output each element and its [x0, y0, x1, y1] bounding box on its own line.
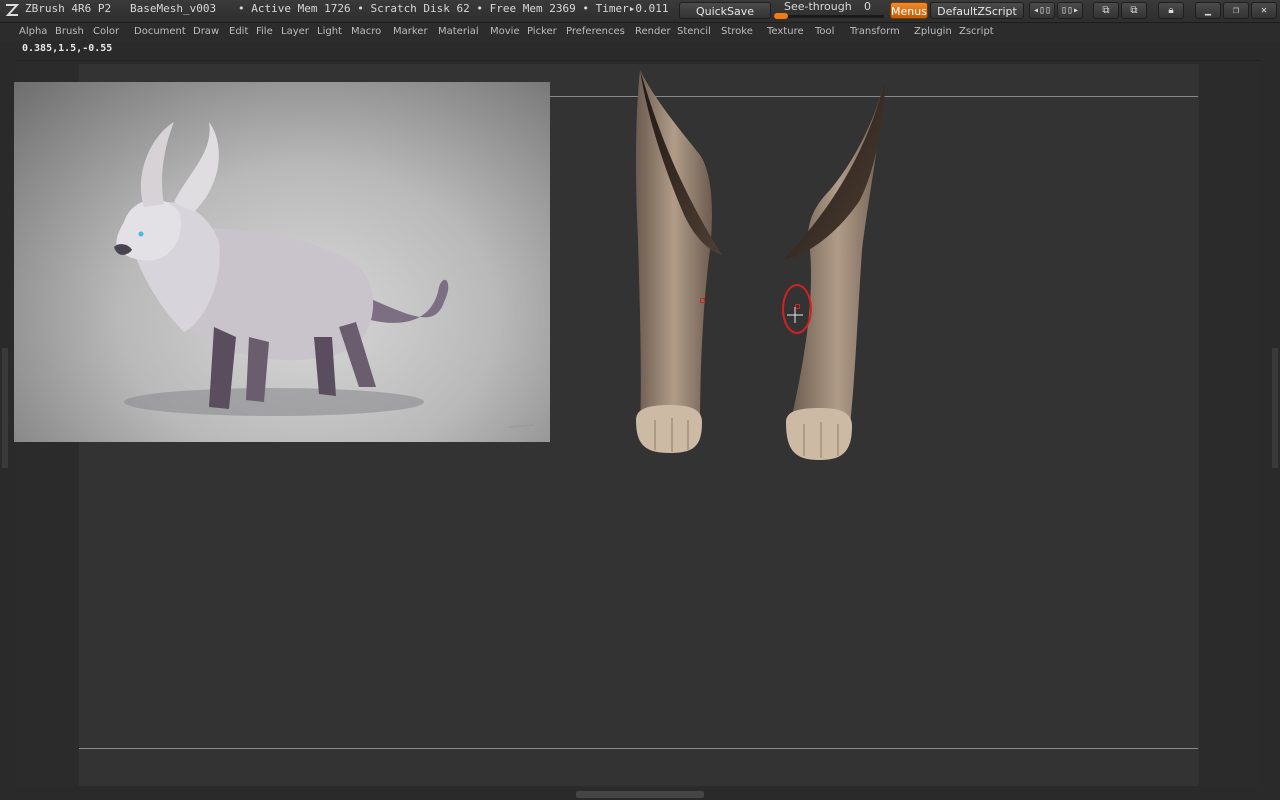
- status-readout: • Active Mem 1726 • Scratch Disk 62 • Fr…: [238, 2, 669, 15]
- coordinate-readout: 0.385,1.5,-0.55: [22, 43, 113, 54]
- symmetry-point-left: [700, 298, 705, 303]
- bottom-tray-handle[interactable]: [576, 791, 704, 798]
- app-title: ZBrush 4R6 P2: [25, 2, 112, 15]
- menu-zscript[interactable]: Zscript: [959, 26, 994, 37]
- menu-edit[interactable]: Edit: [229, 26, 248, 37]
- menu-alpha[interactable]: Alpha: [19, 26, 47, 37]
- menu-transform[interactable]: Transform: [850, 26, 900, 37]
- menu-brush[interactable]: Brush: [55, 26, 84, 37]
- title-bar: ZBrush 4R6 P2 BaseMesh_v003 • Active Mem…: [0, 0, 1280, 23]
- quicksave-button[interactable]: QuickSave: [679, 2, 771, 19]
- see-through-slider[interactable]: [774, 15, 884, 18]
- menu-preferences[interactable]: Preferences: [566, 26, 625, 37]
- right-leg-mesh: [783, 80, 885, 460]
- menu-tool[interactable]: Tool: [815, 26, 834, 37]
- menu-layer[interactable]: Layer: [281, 26, 309, 37]
- menu-stroke[interactable]: Stroke: [721, 26, 753, 37]
- scroll-right-icon[interactable]: ▯▯▸: [1057, 2, 1083, 19]
- minimize-icon[interactable]: ▁: [1195, 2, 1221, 19]
- document-name: BaseMesh_v003: [130, 2, 217, 15]
- menu-material[interactable]: Material: [438, 26, 479, 37]
- leg-meshes[interactable]: [600, 60, 920, 480]
- right-tray-handle[interactable]: [1272, 348, 1278, 468]
- see-through-slider-knob[interactable]: [774, 13, 788, 19]
- menu-macro[interactable]: Macro: [351, 26, 381, 37]
- menu-file[interactable]: File: [256, 26, 273, 37]
- menu-movie[interactable]: Movie: [490, 26, 520, 37]
- close-icon[interactable]: ✕: [1251, 2, 1277, 19]
- layout-icon[interactable]: ⧉: [1093, 2, 1119, 19]
- canvas-guide-bottom: [79, 748, 1198, 749]
- left-tray-handle[interactable]: [2, 348, 8, 468]
- menu-texture[interactable]: Texture: [767, 26, 804, 37]
- zbrush-logo-icon: [5, 4, 20, 16]
- left-leg-mesh: [635, 70, 722, 453]
- menu-light[interactable]: Light: [317, 26, 342, 37]
- scroll-left-icon[interactable]: ◂▯▯: [1029, 2, 1055, 19]
- menu-marker[interactable]: Marker: [393, 26, 428, 37]
- see-through-label: See-through: [784, 0, 852, 13]
- menu-color[interactable]: Color: [93, 26, 119, 37]
- menu-bar: Alpha Brush Color Document Draw Edit Fil…: [0, 23, 1280, 41]
- see-through-value: 0: [864, 0, 871, 13]
- menu-render[interactable]: Render: [635, 26, 671, 37]
- reference-image: [14, 82, 550, 442]
- horned-wolf-illustration: [114, 122, 535, 428]
- restore-icon[interactable]: ❐: [1223, 2, 1249, 19]
- menu-draw[interactable]: Draw: [193, 26, 219, 37]
- menu-stencil[interactable]: Stencil: [677, 26, 711, 37]
- menu-document[interactable]: Document: [134, 26, 186, 37]
- menu-picker[interactable]: Picker: [527, 26, 557, 37]
- crosshair-cursor-icon: [787, 307, 803, 323]
- menu-zplugin[interactable]: Zplugin: [914, 26, 952, 37]
- layout-alt-icon[interactable]: ⧉: [1121, 2, 1147, 19]
- menus-button[interactable]: Menus: [890, 2, 928, 19]
- lock-icon[interactable]: 🔒︎: [1158, 2, 1184, 19]
- default-zscript-button[interactable]: DefaultZScript: [930, 2, 1024, 19]
